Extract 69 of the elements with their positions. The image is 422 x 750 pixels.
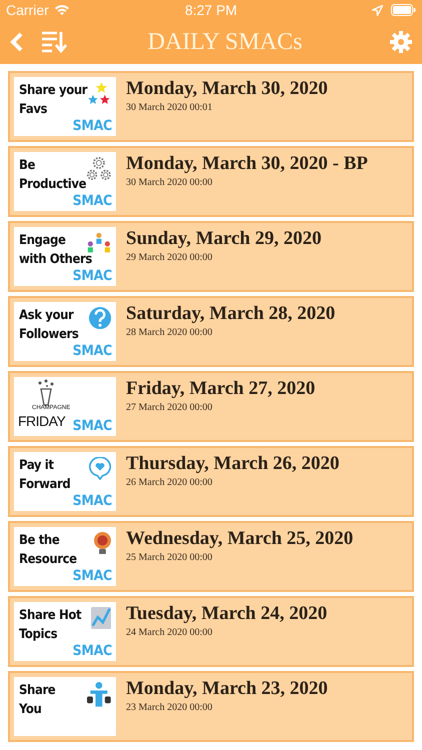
entry-card[interactable]: Be the Resource SMAC Wednesday, March 25, 2020 25 March 2020 00:00 [8, 521, 414, 592]
entry-card[interactable]: Pay it Forward SMAC Thursday, March 26, 2020 26 March 2020 00:00 [8, 446, 414, 517]
entry-title: Monday, March 23, 2020 [126, 678, 328, 700]
thumbnail-caption: Topics [19, 626, 58, 644]
entry-card[interactable]: Share You Monday, March 23, 2020 23 March 2020 00:00 [8, 671, 414, 742]
thumbnail-caption: Share your [19, 82, 88, 100]
screen-title: DAILY SMACs [146, 28, 304, 56]
thumbnail-caption: Share [19, 682, 56, 700]
back-icon[interactable] [10, 32, 24, 52]
thumbnail-caption: Forward [19, 476, 70, 494]
thumbnail-caption: Ask your [19, 307, 75, 325]
thumbnail-caption: Favs [19, 101, 48, 119]
gears-icon [87, 157, 111, 181]
brand-label: SMAC [72, 118, 112, 134]
thumbnail-caption: Share Hot [19, 607, 82, 625]
thumbnail-caption: Resource [19, 551, 77, 569]
entry-title: Monday, March 30, 2020 [126, 78, 328, 100]
person-icon [87, 682, 111, 707]
brand-label: SMAC [72, 643, 112, 659]
thumbnail-caption: Be the [19, 532, 60, 550]
settings-icon[interactable] [390, 31, 412, 53]
entry-title: Thursday, March 26, 2020 [126, 453, 340, 475]
carrier-label: Carrier [6, 2, 49, 18]
heart-bubble-icon [88, 457, 111, 480]
entry-timestamp: 30 March 2020 00:00 [126, 177, 214, 188]
sort-icon[interactable] [42, 31, 67, 53]
chart-icon [90, 607, 111, 630]
thumbnail-caption: Be [19, 157, 36, 175]
entry-card[interactable]: Engage with Others SMAC Sunday, March 29, 2020 29 March 2020 00:00 [8, 221, 414, 292]
entry-title: Monday, March 30, 2020 - BP [126, 153, 368, 175]
stars-icon [87, 82, 111, 106]
entry-timestamp: 26 March 2020 00:00 [126, 477, 214, 488]
battery-icon [391, 4, 416, 16]
entry-card[interactable]: Share your Favs SMAC Monday, March 30, 2020 30 March 2020 00:01 [8, 71, 414, 142]
thumbnail-caption: Engage [19, 232, 66, 250]
thumbnail-caption: Productive [19, 176, 86, 194]
entry-title: Friday, March 27, 2020 [126, 378, 316, 400]
champagne-glass-icon [38, 379, 54, 406]
brand-label: SMAC [72, 493, 112, 509]
entry-title: Sunday, March 29, 2020 [126, 228, 322, 250]
entry-title: Saturday, March 28, 2020 [126, 303, 336, 325]
brand-label: SMAC [72, 193, 112, 209]
entry-timestamp: 25 March 2020 00:00 [126, 552, 214, 563]
entry-timestamp: 27 March 2020 00:00 [126, 402, 214, 413]
thumbnail-caption: You [19, 701, 42, 719]
brand-label: SMAC [72, 268, 112, 284]
entry-title: Wednesday, March 25, 2020 [126, 528, 354, 550]
lightbulb-icon [94, 532, 111, 554]
thumbnail-caption: FRIDAY [18, 412, 66, 431]
entry-card[interactable]: Be Productive SMAC Monday, March 30, 2020 - BP 30 March 2020 00:00 [8, 146, 414, 217]
entry-title: Tuesday, March 24, 2020 [126, 603, 328, 625]
entry-timestamp: 28 March 2020 00:00 [126, 327, 214, 338]
location-icon [372, 4, 384, 16]
entry-card[interactable]: Ask your Followers SMAC Saturday, March 28, 2020 28 March 2020 00:00 [8, 296, 414, 367]
entry-timestamp: 23 March 2020 00:00 [126, 702, 214, 713]
people-icon [87, 232, 111, 254]
thumbnail-caption: Pay it [19, 457, 55, 475]
thumbnail-caption: with Others [19, 251, 92, 269]
clock: 8:27 PM [184, 2, 238, 18]
wifi-icon [54, 4, 70, 16]
entry-timestamp: 29 March 2020 00:00 [126, 252, 214, 263]
brand-label: SMAC [72, 568, 112, 584]
thumbnail-caption: Followers [19, 326, 78, 344]
entry-timestamp: 24 March 2020 00:00 [126, 627, 214, 638]
brand-label: SMAC [72, 418, 112, 434]
entry-timestamp: 30 March 2020 00:01 [126, 102, 214, 113]
entry-card[interactable]: Share Hot Topics SMAC Tuesday, March 24, 2020 24 March 2020 00:00 [8, 596, 414, 667]
brand-label: SMAC [72, 343, 112, 359]
question-icon [88, 307, 111, 330]
